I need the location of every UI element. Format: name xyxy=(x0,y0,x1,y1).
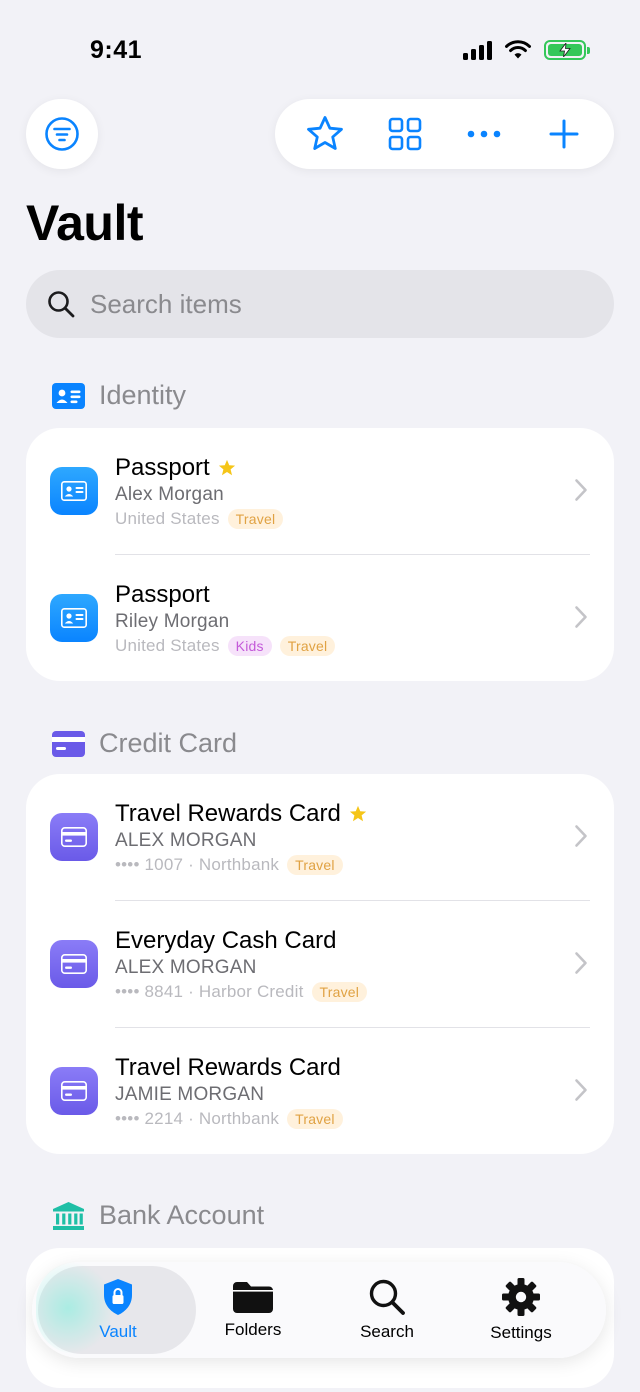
credit-card-icon xyxy=(50,940,98,988)
shield-lock-icon xyxy=(104,1279,132,1315)
more-button[interactable] xyxy=(454,104,514,164)
grid-view-button[interactable] xyxy=(375,104,435,164)
item-title: Passport xyxy=(115,454,210,481)
bank-icon xyxy=(53,1201,84,1230)
item-meta-text: •••• 8841 · Harbor Credit xyxy=(115,982,304,1001)
favorite-star-icon xyxy=(349,805,366,822)
item-meta-text: United States xyxy=(115,636,220,655)
ellipsis-icon xyxy=(468,130,501,138)
plus-icon xyxy=(549,119,579,149)
toolbar xyxy=(275,99,614,169)
tab-label: Settings xyxy=(490,1323,552,1342)
gear-icon xyxy=(502,1278,540,1316)
item-meta: •••• 1007 · Northbank Travel xyxy=(115,855,343,875)
cellular-signal-icon xyxy=(463,40,492,60)
item-subtitle: Alex Morgan xyxy=(115,484,224,505)
tag-travel: Travel xyxy=(311,982,368,1002)
list-item[interactable]: Travel Rewards Card ALEX MORGAN •••• 100… xyxy=(26,774,614,901)
item-meta: United States Travel xyxy=(115,509,284,529)
tab-vault[interactable]: Vault xyxy=(52,1262,184,1358)
tab-label: Search xyxy=(360,1322,414,1341)
star-icon xyxy=(306,116,343,150)
item-subtitle: ALEX MORGAN xyxy=(115,957,257,978)
item-meta: •••• 2214 · Northbank Travel xyxy=(115,1109,343,1129)
filter-icon xyxy=(45,117,79,151)
status-icons xyxy=(463,40,590,60)
tag-travel: Travel xyxy=(287,1109,343,1129)
filter-button[interactable] xyxy=(26,99,98,169)
item-subtitle: ALEX MORGAN xyxy=(115,830,257,851)
section-label: Bank Account xyxy=(99,1200,265,1230)
chevron-right-icon xyxy=(575,606,587,628)
chevron-right-icon xyxy=(575,1079,587,1101)
section-header-identity: Identity xyxy=(52,380,186,411)
item-title: Travel Rewards Card xyxy=(115,800,341,827)
item-title-row: Passport xyxy=(115,454,236,482)
id-card-icon xyxy=(52,382,85,409)
item-title-row: Travel Rewards Card xyxy=(115,800,367,828)
page-title: Vault xyxy=(26,195,143,251)
section-header-bank-account: Bank Account xyxy=(52,1200,264,1231)
list-item[interactable]: Travel Rewards Card JAMIE MORGAN •••• 22… xyxy=(26,1028,614,1154)
item-title-row: Passport xyxy=(115,581,210,609)
chevron-right-icon xyxy=(575,479,587,501)
section-label: Credit Card xyxy=(99,728,238,758)
list-item[interactable]: Passport Riley Morgan United States Kids… xyxy=(26,555,614,681)
credit-card-icon xyxy=(50,813,98,861)
grid-icon xyxy=(388,117,421,151)
tab-label: Vault xyxy=(99,1322,137,1341)
battery-charging-icon xyxy=(544,40,590,60)
credit-card-list: Travel Rewards Card ALEX MORGAN •••• 100… xyxy=(26,774,614,1154)
item-meta-text: •••• 2214 · Northbank xyxy=(115,1109,280,1128)
tag-travel: Travel xyxy=(279,636,336,656)
list-item[interactable]: Everyday Cash Card ALEX MORGAN •••• 8841… xyxy=(26,901,614,1028)
item-subtitle: JAMIE MORGAN xyxy=(115,1084,265,1105)
chevron-right-icon xyxy=(575,952,587,974)
search-icon xyxy=(48,291,75,318)
id-card-icon xyxy=(50,594,98,642)
item-meta: •••• 8841 · Harbor Credit Travel xyxy=(115,982,368,1002)
item-title: Everyday Cash Card xyxy=(115,927,337,954)
folder-icon xyxy=(233,1282,273,1313)
status-time: 9:41 xyxy=(90,36,143,64)
wifi-icon xyxy=(505,40,531,59)
tab-settings[interactable]: Settings xyxy=(455,1262,587,1358)
item-title-row: Travel Rewards Card xyxy=(115,1054,341,1082)
search-input[interactable] xyxy=(90,288,570,320)
status-bar: 9:41 xyxy=(0,0,640,100)
credit-card-icon xyxy=(50,1067,98,1115)
tab-search[interactable]: Search xyxy=(321,1262,453,1358)
favorites-button[interactable] xyxy=(295,104,355,164)
section-label: Identity xyxy=(99,380,187,410)
search-icon xyxy=(369,1279,405,1315)
item-meta-text: •••• 1007 · Northbank xyxy=(115,855,280,874)
tab-folders[interactable]: Folders xyxy=(187,1262,319,1358)
credit-card-icon xyxy=(52,730,85,757)
tab-label: Folders xyxy=(224,1320,282,1339)
tag-kids: Kids xyxy=(227,636,272,656)
item-meta: United States Kids Travel xyxy=(115,636,336,656)
item-title-row: Everyday Cash Card xyxy=(115,927,336,955)
identity-card-list: Passport Alex Morgan United States Trave… xyxy=(26,428,614,681)
item-subtitle: Riley Morgan xyxy=(115,611,230,632)
item-title: Passport xyxy=(115,581,210,608)
item-meta-text: United States xyxy=(115,509,220,528)
id-card-icon xyxy=(50,467,98,515)
search-bar[interactable] xyxy=(26,270,614,338)
item-title: Travel Rewards Card xyxy=(115,1054,341,1081)
section-header-credit-card: Credit Card xyxy=(52,728,237,759)
chevron-right-icon xyxy=(575,825,587,847)
tag-travel: Travel xyxy=(287,855,343,875)
favorite-star-icon xyxy=(218,459,235,476)
list-item[interactable]: Passport Alex Morgan United States Trave… xyxy=(26,428,614,555)
tag-travel: Travel xyxy=(227,509,284,529)
add-item-button[interactable] xyxy=(534,104,594,164)
